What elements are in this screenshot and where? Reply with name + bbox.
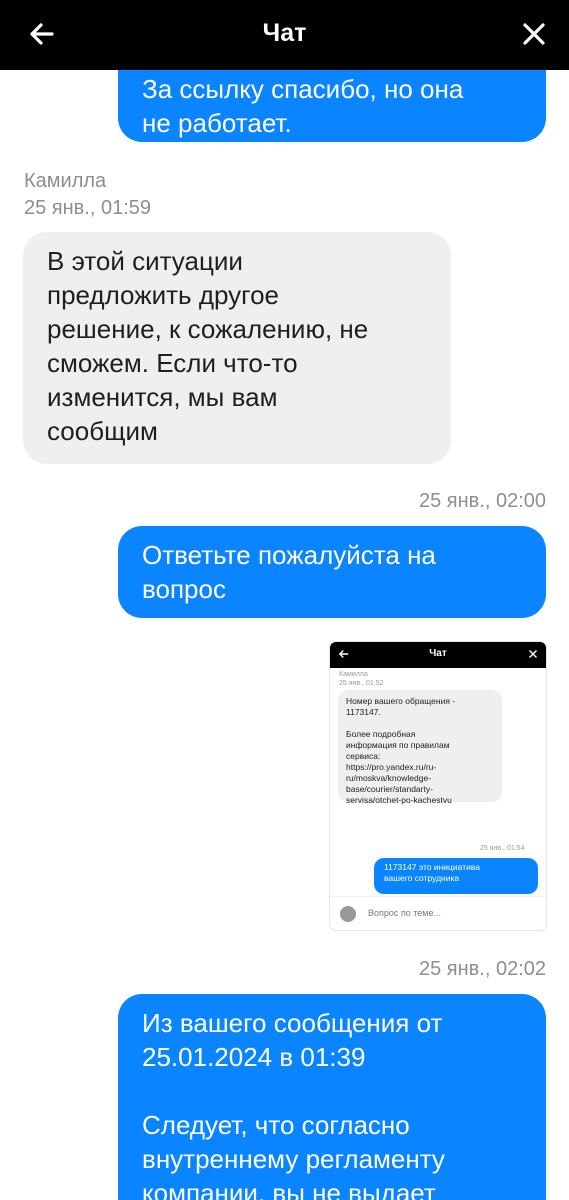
message-line: Из вашего сообщения от (142, 1008, 443, 1038)
message-line: 25.01.2024 в 01:39 (142, 1042, 366, 1072)
attachment-line: вашего сотрудника (384, 873, 460, 883)
attachment-line: сервиса: (346, 751, 381, 761)
attachment-line: 1173147 это инициатива (384, 862, 480, 872)
message-line: изменится, мы вам (47, 382, 278, 412)
message-line: вопрос (142, 574, 226, 604)
attachment-top-bar: Чат (330, 642, 546, 668)
message-time: 25 янв., 02:02 (418, 958, 546, 980)
message-line: сможем. Если что-то (47, 348, 298, 378)
attachment-time: 25 янв., 01:54 (480, 845, 525, 852)
message-bubble-outgoing[interactable]: За ссылку спасибо, но она не работает. (118, 70, 546, 142)
attachment-line: base/courier/standarty- (346, 784, 433, 794)
message-line: предложить другое (47, 280, 279, 310)
attachment-input-bar: Вопрос по теме... (330, 896, 546, 930)
message-line (142, 1074, 522, 1108)
attachment-outgoing-bubble: 1173147 это инициатива вашего сотрудника (374, 858, 538, 894)
attachment-input-placeholder: Вопрос по теме... (368, 908, 441, 918)
attachment-line: Номер вашего обращения - (346, 696, 456, 706)
top-bar: Чат (0, 0, 569, 70)
page-title: Чат (262, 19, 307, 47)
message-line: не работает. (142, 108, 292, 138)
close-icon (529, 650, 537, 658)
attachment-line: информация по правилам (346, 740, 450, 750)
message-bubble-outgoing[interactable]: Из вашего сообщения от 25.01.2024 в 01:3… (118, 994, 546, 1200)
message-bubble-incoming[interactable]: В этой ситуации предложить другое решени… (23, 232, 451, 464)
message-line: компании, вы не выдает (142, 1178, 436, 1200)
message-time: 25 янв., 01:59 (24, 197, 152, 219)
message-line: Ответьте пожалуйста на (142, 540, 436, 570)
attachment-incoming-bubble: Номер вашего обращения - 1173147. Более … (338, 690, 502, 805)
message-line: В этой ситуации (47, 246, 243, 276)
attachment-line: 1173147. (346, 707, 381, 717)
message-line: Следует, что согласно (142, 1110, 410, 1140)
chat-area[interactable]: За ссылку спасибо, но она не работает. К… (0, 70, 569, 1200)
message-line: За ссылку спасибо, но она (142, 74, 464, 104)
attachment-line: servisa/otchet-po-kachestvu (346, 795, 452, 805)
attachment-time: 25 янв., 01:52 (339, 680, 384, 687)
paperclip-icon (340, 906, 356, 922)
message-time: 25 янв., 02:00 (418, 490, 546, 512)
attachment-line (346, 718, 494, 729)
image-attachment[interactable]: Чат Камилла 25 янв., 01:52 Номер вашего … (330, 642, 546, 930)
close-icon[interactable] (514, 14, 554, 54)
attachment-line: https://pro.yandex.ru/ru- (346, 762, 437, 772)
message-bubble-outgoing[interactable]: Ответьте пожалуйста на вопрос (118, 526, 546, 618)
attachment-sender: Камилла (339, 671, 368, 678)
attachment-title: Чат (429, 648, 447, 659)
attachment-line: ru/moskva/knowledge- (346, 773, 432, 783)
sender-name: Камилла (24, 170, 107, 192)
message-line: сообщим (47, 416, 158, 446)
message-line: решение, к сожалению, не (47, 314, 369, 344)
message-line: внутреннему регламенту (142, 1144, 445, 1174)
attachment-line: Более подробная (346, 729, 416, 739)
